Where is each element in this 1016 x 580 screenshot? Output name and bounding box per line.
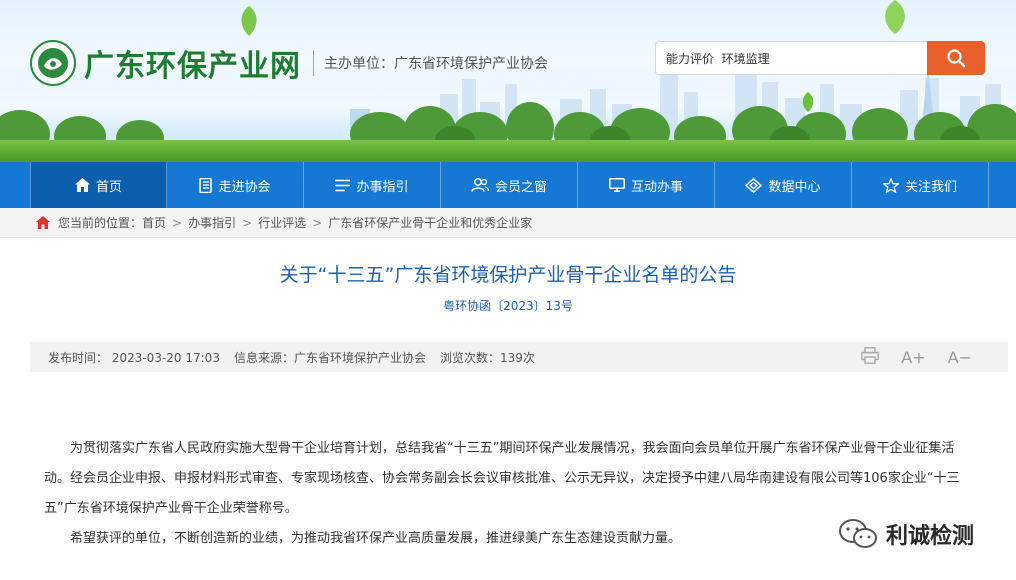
view-count: 浏览次数：139次: [439, 350, 535, 365]
nav-item-label: 数据中心: [768, 179, 821, 195]
nav-item-label: 走进协会: [218, 179, 271, 195]
home-icon: [74, 178, 90, 192]
search-button[interactable]: [927, 41, 985, 75]
monitor-icon: [609, 178, 625, 192]
header-banner: 广东环保产业网 主办单位：广东省环境保护产业协会: [0, 0, 1016, 162]
site-logo[interactable]: 广东环保产业网 主办单位：广东省环境保护产业协会: [30, 40, 548, 86]
font-decrease-button[interactable]: A−: [948, 348, 972, 367]
article-tools: A+ A−: [839, 342, 972, 372]
search-input[interactable]: [656, 42, 927, 74]
print-button[interactable]: [861, 346, 880, 368]
nav-item-data-center[interactable]: 数据中心: [715, 162, 852, 208]
sponsor-text: 主办单位：广东省环境保护产业协会: [324, 56, 548, 72]
book-icon: [199, 177, 213, 193]
wechat-watermark: 利诚检测: [838, 518, 974, 550]
breadcrumb-link-selection[interactable]: 行业评选: [258, 214, 306, 231]
print-icon: [861, 346, 880, 364]
article-title: 关于“十三五”广东省环境保护产业骨干企业名单的公告: [279, 264, 737, 286]
list-icon: [335, 179, 351, 191]
document-number: 粤环协函〔2023〕13号: [443, 299, 573, 313]
home-icon: [36, 216, 50, 229]
data-icon: [745, 177, 763, 193]
breadcrumb-link-guide[interactable]: 办事指引: [188, 214, 236, 231]
publish-time: 发布时间： 2023-03-20 17:03: [48, 350, 220, 365]
breadcrumb-prefix: 您当前的位置：: [58, 216, 143, 230]
article-meta-bar: 发布时间： 2023-03-20 17:03 信息来源：广东省环境保护产业协会 …: [30, 342, 1008, 372]
search-box: [655, 41, 985, 75]
breadcrumb-separator: >: [312, 215, 323, 230]
wechat-icon: [839, 519, 877, 548]
breadcrumb: 您当前的位置： 首页 > 办事指引 > 行业评选 > 广东省环保产业骨干企业和优…: [0, 208, 1016, 238]
breadcrumb-link-home[interactable]: 首页: [142, 214, 166, 231]
info-source: 信息来源：广东省环境保护产业协会: [233, 350, 426, 365]
nav-item-home[interactable]: 首页: [30, 162, 167, 208]
site-title: 广东环保产业网: [84, 49, 301, 84]
nav-item-follow[interactable]: 关注我们: [852, 162, 989, 208]
nav-item-about[interactable]: 走进协会: [167, 162, 304, 208]
leaf-decoration-icon: [885, 0, 905, 34]
grass-strip: [0, 140, 1016, 162]
article-body: 为贯彻落实广东省人民政府实施大型骨干企业培育计划，总结我省“十三五”期间环保产业…: [44, 434, 966, 554]
breadcrumb-separator: >: [242, 215, 253, 230]
leaf-decoration-icon: [802, 92, 814, 112]
star-icon: [882, 177, 899, 193]
watermark-text: 利诚检测: [886, 524, 975, 549]
nav-item-label: 互动办事: [630, 179, 683, 195]
nav-item-interaction[interactable]: 互动办事: [578, 162, 715, 208]
title-divider: [313, 50, 314, 76]
font-increase-button[interactable]: A+: [901, 348, 925, 367]
article-paragraph: 为贯彻落实广东省人民政府实施大型骨干企业培育计划，总结我省“十三五”期间环保产业…: [44, 441, 960, 516]
leaf-decoration-icon: [241, 6, 257, 36]
breadcrumb-separator: >: [172, 215, 183, 230]
nav-item-members[interactable]: 会员之窗: [441, 162, 578, 208]
association-emblem-icon: [30, 40, 76, 86]
nav-item-label: 办事指引: [356, 179, 409, 195]
article-paragraph: 希望获评的单位，不断创造新的业绩，为推动我省环保产业高质量发展，推进绿美广东生态…: [70, 531, 682, 546]
nav-item-label: 关注我们: [904, 179, 957, 195]
breadcrumb-link-current[interactable]: 广东省环保产业骨干企业和优秀企业家: [328, 214, 532, 231]
nav-item-label: 会员之窗: [494, 179, 547, 195]
users-icon: [471, 178, 489, 192]
search-icon: [947, 49, 966, 68]
main-nav: 首页 走进协会 办事指引 会员之窗 互动办事 数据中心 关注我们: [0, 162, 1016, 208]
nav-item-guide[interactable]: 办事指引: [304, 162, 441, 208]
nav-item-label: 首页: [95, 179, 122, 195]
